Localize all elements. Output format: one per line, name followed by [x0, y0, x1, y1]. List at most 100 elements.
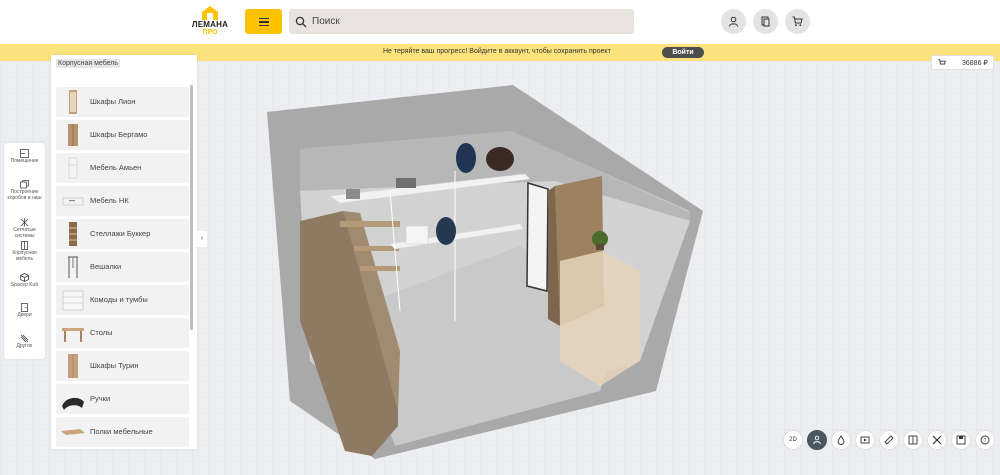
chevron-left-icon: ‹	[200, 235, 204, 242]
toolbar-item-mesh[interactable]: Сетчатые системы	[4, 218, 45, 239]
toolbar-label: Двери	[17, 312, 32, 318]
catalog-button[interactable]	[753, 9, 778, 34]
view-2d-button[interactable]: 2D	[783, 430, 803, 450]
drop-icon	[837, 435, 845, 445]
catalog-item-label: Полки мебельные	[90, 427, 153, 436]
cube-icon	[20, 273, 29, 282]
catalog-item-turin[interactable]: Шкафы Турин	[56, 351, 189, 381]
account-button[interactable]	[721, 9, 746, 34]
catalog-item-label: Мебель НК	[90, 196, 129, 205]
catalog-item-nk[interactable]: Мебель НК	[56, 186, 189, 216]
hamburger-icon	[258, 17, 269, 26]
help-button[interactable]: ?	[975, 430, 995, 450]
cart-price-button[interactable]: 36886 ₽	[931, 55, 994, 70]
other-icon	[20, 334, 29, 343]
box-icon	[20, 180, 29, 189]
search-icon	[295, 16, 307, 27]
menu-button[interactable]	[245, 9, 282, 34]
search-bar[interactable]	[289, 9, 634, 34]
toolbar-label: Сетчатые системы	[13, 227, 36, 239]
panel-section-title: Корпусная мебель	[56, 59, 121, 68]
grid-icon	[20, 218, 29, 227]
split-view-button[interactable]	[903, 430, 923, 450]
catalog-item-tables[interactable]: Столы	[56, 318, 189, 348]
cart-icon	[938, 58, 946, 65]
wardrobe-icon	[21, 241, 28, 250]
logo-house-icon	[202, 6, 218, 20]
shelf-thumbnail	[61, 429, 85, 435]
catalog-item-label: Шкафы Турин	[90, 361, 139, 370]
logo[interactable]: ЛЕМАНА ПРО	[190, 6, 230, 38]
toolbar-label: Построение коробов и ниш	[7, 189, 42, 201]
wardrobe-thumbnail	[68, 354, 78, 378]
cart-button[interactable]	[785, 9, 810, 34]
cart-icon	[792, 16, 803, 27]
wardrobe-thumbnail	[68, 124, 78, 146]
catalog-item-handles[interactable]: Ручки	[56, 384, 189, 414]
catalog-item-label: Вешалки	[90, 262, 122, 271]
toolbar-item-doors[interactable]: Двери	[4, 303, 45, 319]
ruler-icon	[884, 435, 894, 445]
tools-button[interactable]	[927, 430, 947, 450]
toolbar-label: Помещения	[10, 158, 39, 164]
person-view-button[interactable]	[807, 430, 827, 450]
catalog-item-label: Стеллажи Буккер	[90, 229, 151, 238]
measure-button[interactable]	[879, 430, 899, 450]
left-toolbar: Помещения Построение коробов и ниш Сетча…	[4, 143, 45, 359]
furniture-thumbnail	[62, 197, 84, 206]
collapse-panel-button[interactable]: ‹	[197, 231, 207, 247]
furniture-thumbnail	[68, 157, 78, 179]
handle-thumbnail	[62, 397, 84, 410]
catalog-item-label: Комоды и тумбы	[90, 295, 148, 304]
view-2d-label: 2D	[789, 437, 797, 443]
person-view-icon	[813, 435, 821, 445]
catalog-item-label: Столы	[90, 328, 113, 337]
banner-message: Не теряйте ваш прогресс! Войдите в аккау…	[383, 48, 611, 55]
toolbar-item-rooms[interactable]: Помещения	[4, 149, 45, 165]
top-header: ЛЕМАНА ПРО	[0, 0, 1000, 44]
catalog-item-bergamo[interactable]: Шкафы Бергамо	[56, 120, 189, 150]
save-icon	[956, 435, 966, 445]
catalog-item-label: Мебель Амьен	[90, 163, 142, 172]
toolbar-label: Spaceo Kub	[10, 282, 39, 288]
catalog-scrollbar[interactable]	[190, 85, 193, 330]
shelving-thumbnail	[69, 222, 77, 246]
room-icon	[20, 149, 29, 158]
catalog-item-label: Ручки	[90, 394, 111, 403]
catalog-item-label: Шкафы Лион	[90, 97, 136, 106]
dresser-thumbnail	[62, 290, 84, 311]
hanger-thumbnail	[68, 256, 78, 278]
save-project-button[interactable]	[951, 430, 971, 450]
catalog-item-lion[interactable]: Шкафы Лион	[56, 87, 189, 117]
catalog-item-amiens[interactable]: Мебель Амьен	[56, 153, 189, 183]
logo-text: ЛЕМАНА	[191, 20, 229, 29]
toolbar-item-other[interactable]: Другое	[4, 334, 45, 350]
catalog-item-shelves[interactable]: Полки мебельные	[56, 417, 189, 447]
catalog-item-hangers[interactable]: Вешалки	[56, 252, 189, 282]
help-icon: ?	[980, 435, 990, 445]
catalog-icon	[761, 16, 770, 27]
catalog-item-label: Шкафы Бергамо	[90, 130, 148, 139]
svg-text:?: ?	[984, 438, 987, 444]
user-icon	[728, 16, 739, 27]
wardrobe-thumbnail	[69, 90, 77, 114]
toolbar-label: Другое	[16, 343, 33, 349]
catalog-panel: Корпусная мебель Шкафы Лион Шкафы Бергам…	[51, 55, 197, 449]
login-button[interactable]: Войти	[662, 47, 704, 58]
toolbar-label: Корпусная мебель	[12, 250, 37, 262]
table-thumbnail	[62, 328, 84, 342]
catalog-item-bukker[interactable]: Стеллажи Буккер	[56, 219, 189, 249]
door-icon	[21, 303, 28, 312]
catalog-item-dressers[interactable]: Комоды и тумбы	[56, 285, 189, 315]
video-button[interactable]	[855, 430, 875, 450]
price-value: 36886 ₽	[962, 59, 988, 67]
video-icon	[860, 436, 870, 444]
toolbar-item-boxes[interactable]: Построение коробов и ниш	[4, 180, 45, 201]
toolbar-item-cabinet-furniture[interactable]: Корпусная мебель	[4, 241, 45, 262]
search-input[interactable]	[312, 16, 612, 27]
split-icon	[908, 435, 918, 445]
material-button[interactable]	[831, 430, 851, 450]
logo-subtext: ПРО	[202, 29, 218, 36]
toolbar-item-spaceo-kub[interactable]: Spaceo Kub	[4, 273, 45, 289]
tools-icon	[932, 435, 942, 445]
